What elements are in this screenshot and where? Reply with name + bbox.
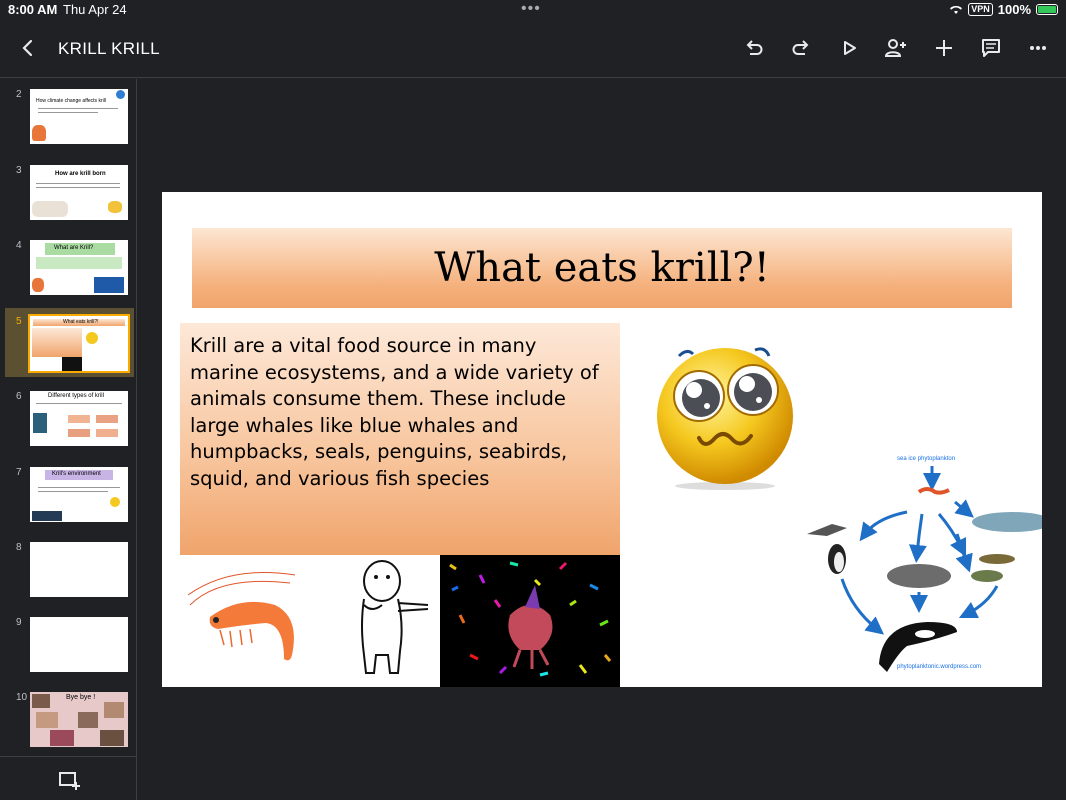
- slide-body-text: Krill are a vital food source in many ma…: [190, 334, 599, 490]
- comments-icon[interactable]: [978, 35, 1004, 61]
- slide-preview: What eats krill?!: [28, 314, 130, 373]
- mini-image: [33, 413, 47, 433]
- mini-image: [96, 429, 118, 437]
- battery-icon: [1036, 4, 1058, 15]
- slide-preview: [30, 542, 128, 597]
- slide-thumbnail-3[interactable]: 3 How are krill born: [5, 157, 134, 226]
- slide-thumbnail-8[interactable]: 8: [5, 534, 134, 603]
- mini-title: What are Krill?: [54, 245, 94, 251]
- photo-image: [100, 730, 124, 746]
- vpn-badge: VPN: [968, 3, 993, 16]
- slide-preview: Bye bye !: [30, 692, 128, 747]
- slide-sidebar: 2 How climate change affects krill 3 How…: [0, 79, 137, 800]
- cartoon-image: [32, 278, 44, 292]
- mini-text-line: [38, 112, 98, 113]
- slide-preview: What are Krill?: [30, 240, 128, 295]
- slide-number: 5: [16, 316, 22, 327]
- photo-image: [78, 712, 98, 728]
- mini-text-line: [36, 403, 122, 404]
- mini-text-line: [36, 183, 120, 184]
- emoji-image: [108, 201, 122, 213]
- cartoon-drawing-image[interactable]: [302, 555, 440, 687]
- redo-icon[interactable]: [788, 35, 814, 61]
- shrimp-image[interactable]: [180, 555, 302, 687]
- mini-text-line: [38, 487, 120, 488]
- mini-text-box: [36, 257, 122, 269]
- slide-preview: Krill's environment: [30, 467, 128, 522]
- slide-number: 7: [16, 467, 22, 478]
- undo-icon[interactable]: [741, 35, 767, 61]
- top-toolbar: KRILL KRILL: [0, 20, 1066, 78]
- confetti-krill-image[interactable]: [440, 555, 620, 687]
- mini-image: [68, 415, 90, 423]
- mini-image: [68, 429, 90, 437]
- food-web-diagram[interactable]: sea ice phytoplankton phytoplanktonic.wo…: [807, 454, 1042, 684]
- slide-body-box[interactable]: Krill are a vital food source in many ma…: [180, 323, 620, 555]
- present-icon[interactable]: [836, 35, 862, 61]
- cartoon-image: [32, 125, 46, 141]
- slide-canvas[interactable]: What eats krill?! Krill are a vital food…: [162, 192, 1042, 687]
- slide-preview: How are krill born: [30, 165, 128, 220]
- slide-thumbnail-2[interactable]: 2 How climate change affects krill: [5, 81, 134, 150]
- status-bar: 8:00 AM Thu Apr 24 ••• VPN 100%: [0, 0, 1066, 20]
- slide-thumbnail-10[interactable]: 10 Bye bye !: [5, 684, 134, 753]
- globe-image: [116, 90, 125, 99]
- mini-title: How climate change affects krill: [36, 98, 106, 104]
- pleading-emoji-image[interactable]: [657, 340, 797, 490]
- slide-title: What eats krill?!: [434, 245, 770, 291]
- food-web-source-label: phytoplanktonic.wordpress.com: [897, 664, 982, 670]
- status-right: VPN 100%: [949, 2, 1058, 17]
- add-icon[interactable]: [931, 35, 957, 61]
- mini-image: [62, 357, 82, 371]
- slide-thumbnail-6[interactable]: 6 Different types of krill: [5, 383, 134, 452]
- new-slide-icon[interactable]: [57, 769, 81, 791]
- slide-thumbnail-5[interactable]: 5 What eats krill?!: [5, 308, 134, 377]
- mini-title: Different types of krill: [48, 393, 104, 399]
- emoji-image: [86, 332, 98, 344]
- wifi-icon: [950, 5, 963, 14]
- mini-title: What eats krill?!: [63, 319, 99, 325]
- photo-image: [104, 702, 124, 718]
- photo-image: [32, 694, 50, 708]
- mini-title: How are krill born: [55, 171, 106, 177]
- multitasking-dots-icon[interactable]: •••: [521, 0, 541, 18]
- food-web-top-label: sea ice phytoplankton: [897, 456, 956, 462]
- slide-thumbnail-9[interactable]: 9: [5, 609, 134, 678]
- presentation-title[interactable]: KRILL KRILL: [58, 39, 160, 59]
- slide-number: 8: [16, 542, 22, 553]
- mini-title: Bye bye !: [66, 694, 96, 701]
- slide-number: 3: [16, 165, 22, 176]
- meme-image: [32, 201, 68, 217]
- mini-title: Krill's environment: [52, 471, 101, 477]
- status-time: 8:00 AM: [8, 2, 58, 17]
- mini-text-line: [36, 187, 120, 188]
- emoji-image: [110, 497, 120, 507]
- mini-image: [32, 511, 62, 521]
- mini-image: [94, 277, 124, 293]
- mini-text-box: [32, 328, 82, 357]
- sidebar-footer: [0, 756, 137, 800]
- slide-number: 9: [16, 617, 22, 628]
- mini-text-line: [38, 491, 108, 492]
- back-icon[interactable]: [16, 34, 40, 62]
- slide-thumbnail-7[interactable]: 7 Krill's environment: [5, 459, 134, 528]
- photo-image: [36, 712, 58, 728]
- slide-preview: [30, 617, 128, 672]
- slide-title-box[interactable]: What eats krill?!: [192, 228, 1012, 308]
- status-date: Thu Apr 24: [63, 2, 127, 17]
- slide-number: 2: [16, 89, 22, 100]
- slide-number: 4: [16, 240, 22, 251]
- more-icon[interactable]: [1025, 35, 1051, 61]
- slide-number: 6: [16, 391, 22, 402]
- share-person-icon[interactable]: [883, 35, 909, 61]
- mini-text-line: [38, 108, 118, 109]
- photo-image: [50, 730, 74, 746]
- battery-percent: 100%: [997, 2, 1031, 17]
- slide-preview: How climate change affects krill: [30, 89, 128, 144]
- slide-number: 10: [16, 692, 28, 703]
- mini-image: [96, 415, 118, 423]
- slide-thumbnail-4[interactable]: 4 What are Krill?: [5, 232, 134, 301]
- slide-preview: Different types of krill: [30, 391, 128, 446]
